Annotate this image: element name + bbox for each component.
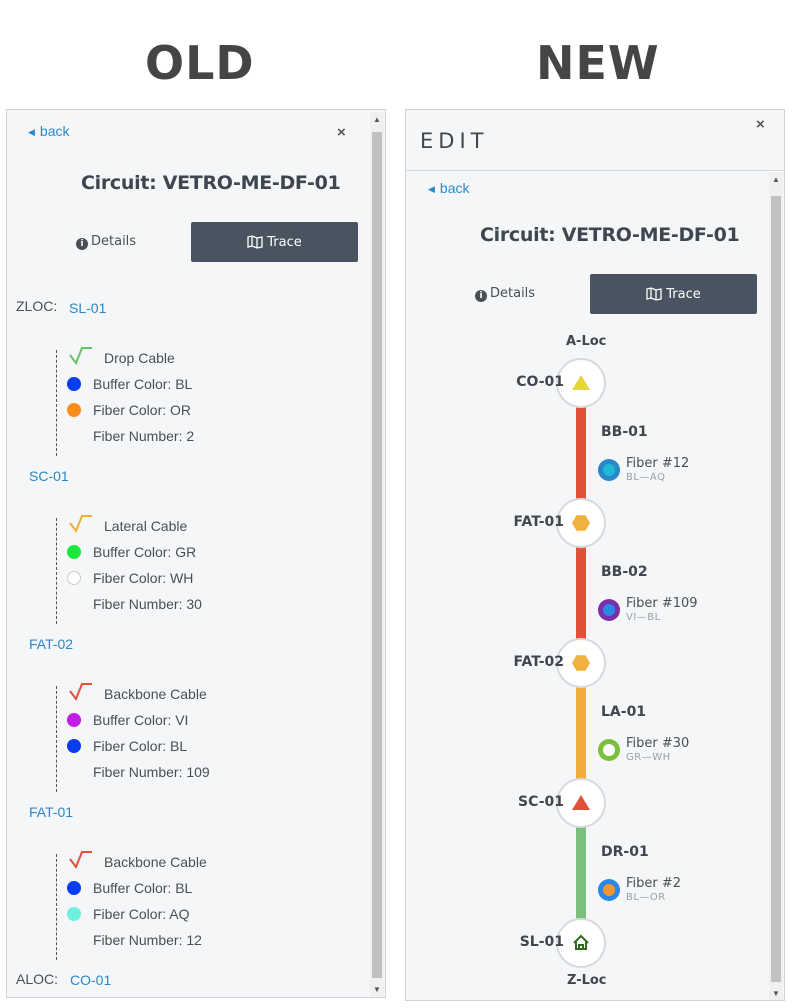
back-link[interactable]: ◀ back xyxy=(28,123,70,139)
aloc-label: ALOC: xyxy=(16,971,59,987)
fiber-number-label: Fiber Number: 30 xyxy=(93,596,202,612)
fiber-number: Fiber #12 xyxy=(626,456,690,471)
old-trace-panel: ◀ back × Circuit: VETRO-ME-DF-01 i Details… xyxy=(6,109,386,998)
trace-dashed-line xyxy=(56,518,57,624)
zloc-label: ZLOC: xyxy=(16,298,58,314)
buffer-color-label: Buffer Color: GR xyxy=(93,544,197,560)
tab-details-label: Details xyxy=(91,234,137,249)
tab-trace[interactable]: Trace xyxy=(191,222,358,262)
fiber-core-icon xyxy=(603,884,615,896)
node-circle[interactable] xyxy=(556,918,606,968)
fiber-colors: VI—BL xyxy=(626,612,661,623)
buffer-color-dot xyxy=(67,713,81,727)
buffer-color-label: Buffer Color: BL xyxy=(93,880,193,896)
trace-dashed-line xyxy=(56,350,57,456)
old-heading: OLD xyxy=(145,36,255,90)
trace-diagram xyxy=(556,358,620,968)
cable-corner-icon xyxy=(69,851,92,870)
tab-details[interactable]: i Details xyxy=(76,234,136,250)
fiber-colors: BL—OR xyxy=(626,892,666,903)
circuit-title: Circuit: VETRO-ME-DF-01 xyxy=(81,172,341,194)
fiber-core-icon xyxy=(603,744,615,756)
fiber-color-label: Fiber Color: BL xyxy=(93,738,188,754)
node-link[interactable]: FAT-01 xyxy=(29,804,73,820)
scroll-up-icon[interactable]: ▲ xyxy=(769,174,783,186)
trace-dashed-line xyxy=(56,686,57,792)
trace-dashed-line xyxy=(56,854,57,960)
cable-corner-icon xyxy=(69,347,92,366)
fiber-number-label: Fiber Number: 12 xyxy=(93,932,202,948)
caret-left-icon: ◀ xyxy=(28,127,35,137)
node-label: SL-01 xyxy=(519,934,564,950)
fiber-number: Fiber #2 xyxy=(626,876,682,891)
close-button[interactable]: × xyxy=(337,124,346,141)
cable-label: LA-01 xyxy=(601,704,647,720)
node-label: FAT-02 xyxy=(513,654,565,670)
cable-corner-icon xyxy=(69,683,92,702)
fiber-color-dot xyxy=(67,907,81,921)
fiber-number: Fiber #109 xyxy=(626,596,698,611)
back-label: back xyxy=(39,123,70,139)
scrollbar-thumb[interactable] xyxy=(372,132,382,978)
fiber-number-label: Fiber Number: 2 xyxy=(93,428,195,444)
buffer-color-label: Buffer Color: BL xyxy=(93,376,193,392)
info-icon: i xyxy=(76,238,88,250)
map-icon xyxy=(247,235,263,249)
cable-name: Backbone Cable xyxy=(104,854,207,870)
node-link[interactable]: SC-01 xyxy=(29,468,69,484)
fiber-colors: BL—AQ xyxy=(626,472,666,483)
buffer-color-dot xyxy=(67,881,81,895)
scrollbar[interactable]: ▲ ▼ xyxy=(769,172,783,1000)
node-label: FAT-01 xyxy=(513,514,565,530)
fiber-color-dot xyxy=(67,739,81,753)
scroll-down-icon[interactable]: ▼ xyxy=(370,984,384,996)
cable-label: BB-01 xyxy=(601,424,648,440)
fiber-colors: GR—WH xyxy=(626,752,671,763)
cable-name: Drop Cable xyxy=(104,350,175,366)
scrollbar-thumb[interactable] xyxy=(771,196,781,982)
buffer-color-label: Buffer Color: VI xyxy=(93,712,189,728)
zloc-link[interactable]: SL-01 xyxy=(69,300,106,316)
scroll-up-icon[interactable]: ▲ xyxy=(370,114,384,126)
buffer-color-dot xyxy=(67,545,81,559)
cable-label: BB-02 xyxy=(601,564,648,580)
fiber-core-icon xyxy=(603,604,615,616)
aloc-link[interactable]: CO-01 xyxy=(70,972,111,988)
buffer-color-dot xyxy=(67,377,81,391)
fiber-number-label: Fiber Number: 109 xyxy=(93,764,210,780)
fiber-color-label: Fiber Color: AQ xyxy=(93,906,190,922)
fiber-color-label: Fiber Color: OR xyxy=(93,402,192,418)
cable-name: Lateral Cable xyxy=(104,518,188,534)
node-link[interactable]: FAT-02 xyxy=(29,636,73,652)
fiber-number: Fiber #30 xyxy=(626,736,690,751)
cable-label: DR-01 xyxy=(601,844,649,860)
node-label: SC-01 xyxy=(518,794,564,810)
fiber-core-icon xyxy=(603,464,615,476)
node-label: CO-01 xyxy=(516,374,564,390)
new-heading: NEW xyxy=(536,36,660,90)
cable-name: Backbone Cable xyxy=(104,686,207,702)
tab-trace-label: Trace xyxy=(267,234,302,250)
scroll-down-icon[interactable]: ▼ xyxy=(769,988,783,1000)
fiber-color-dot xyxy=(67,403,81,417)
scrollbar[interactable]: ▲ ▼ xyxy=(370,112,384,996)
fiber-color-label: Fiber Color: WH xyxy=(93,570,194,586)
new-trace-panel: EDIT × ◀ back Circuit: VETRO-ME-DF-01 i De… xyxy=(405,109,785,1001)
cable-corner-icon xyxy=(69,515,92,534)
fiber-color-dot xyxy=(67,571,81,585)
